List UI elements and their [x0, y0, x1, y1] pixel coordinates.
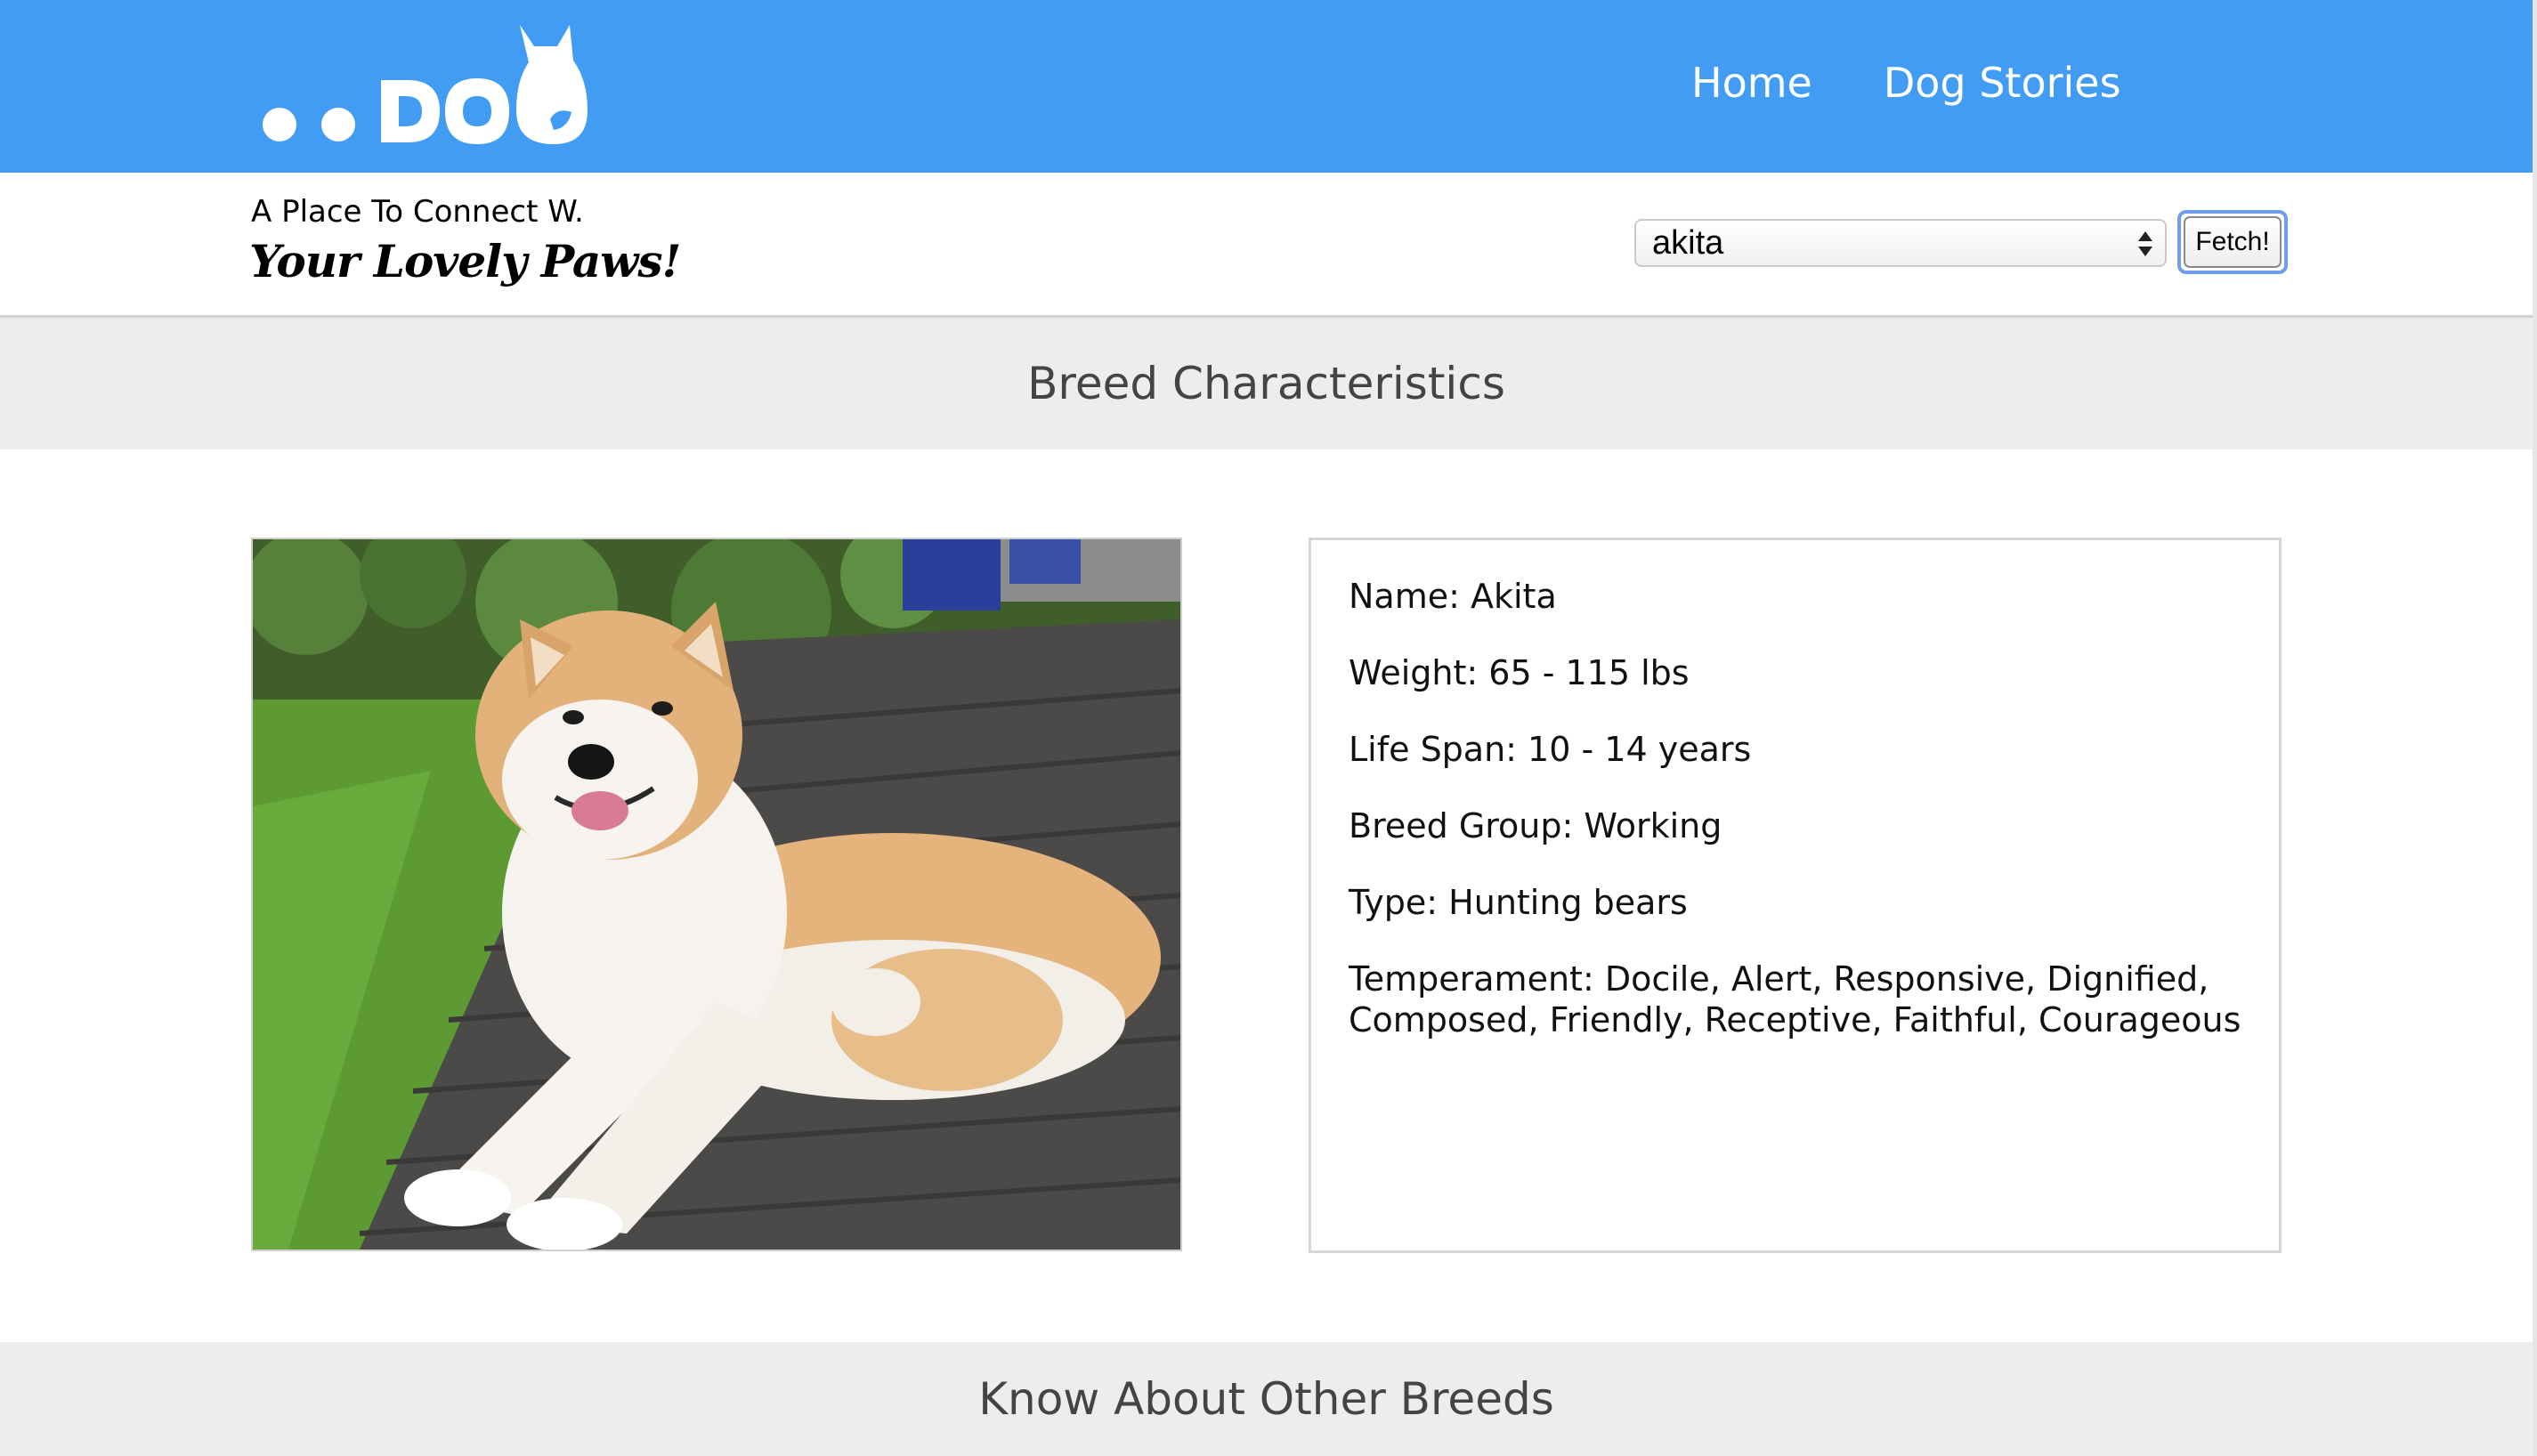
akita-image — [253, 539, 1180, 1250]
nav-dog-stories-link[interactable]: Dog Stories — [1884, 53, 2121, 112]
breed-weight: Weight: 65 - 115 lbs — [1349, 653, 1690, 692]
fetch-button[interactable]: Fetch! — [2177, 210, 2288, 274]
breed-name: Name: Akita — [1349, 577, 1557, 616]
fetch-button-label: Fetch! — [2184, 216, 2282, 268]
tagline-line-1: A Place To Connect W. — [251, 194, 584, 230]
page: Home Dog Stories A Place To Connect W. Y… — [0, 0, 2537, 1456]
main-nav: Home Dog Stories — [1691, 53, 2121, 112]
tagline-line-2: Your Lovely Paws! — [249, 235, 681, 287]
section-title: Breed Characteristics — [1027, 358, 1505, 409]
tagline-bar: A Place To Connect W. Your Lovely Paws! … — [0, 173, 2533, 318]
breed-select-value: akita — [1652, 224, 1724, 262]
select-arrows-icon — [2138, 231, 2152, 256]
breed-temperament: Temperament: Docile, Alert, Responsive, … — [1349, 959, 2241, 1039]
site-logo[interactable] — [256, 21, 595, 155]
breed-type: Type: Hunting bears — [1349, 883, 1688, 922]
breed-info-card: Name: Akita Weight: 65 - 115 lbs Life Sp… — [1309, 538, 2282, 1253]
nav-home-link[interactable]: Home — [1691, 53, 1812, 112]
window-edge — [2533, 0, 2537, 1456]
breed-select[interactable]: akita — [1634, 219, 2167, 267]
dog-photo — [251, 538, 1182, 1251]
other-breeds-header: Know About Other Breeds — [0, 1342, 2533, 1456]
site-header: Home Dog Stories — [0, 0, 2533, 173]
breed-group: Breed Group: Working — [1349, 806, 1722, 845]
section-title-other-breeds: Know About Other Breeds — [978, 1373, 1554, 1425]
breed-characteristics-header: Breed Characteristics — [0, 318, 2533, 449]
breed-life-span: Life Span: 10 - 14 years — [1349, 730, 1752, 769]
